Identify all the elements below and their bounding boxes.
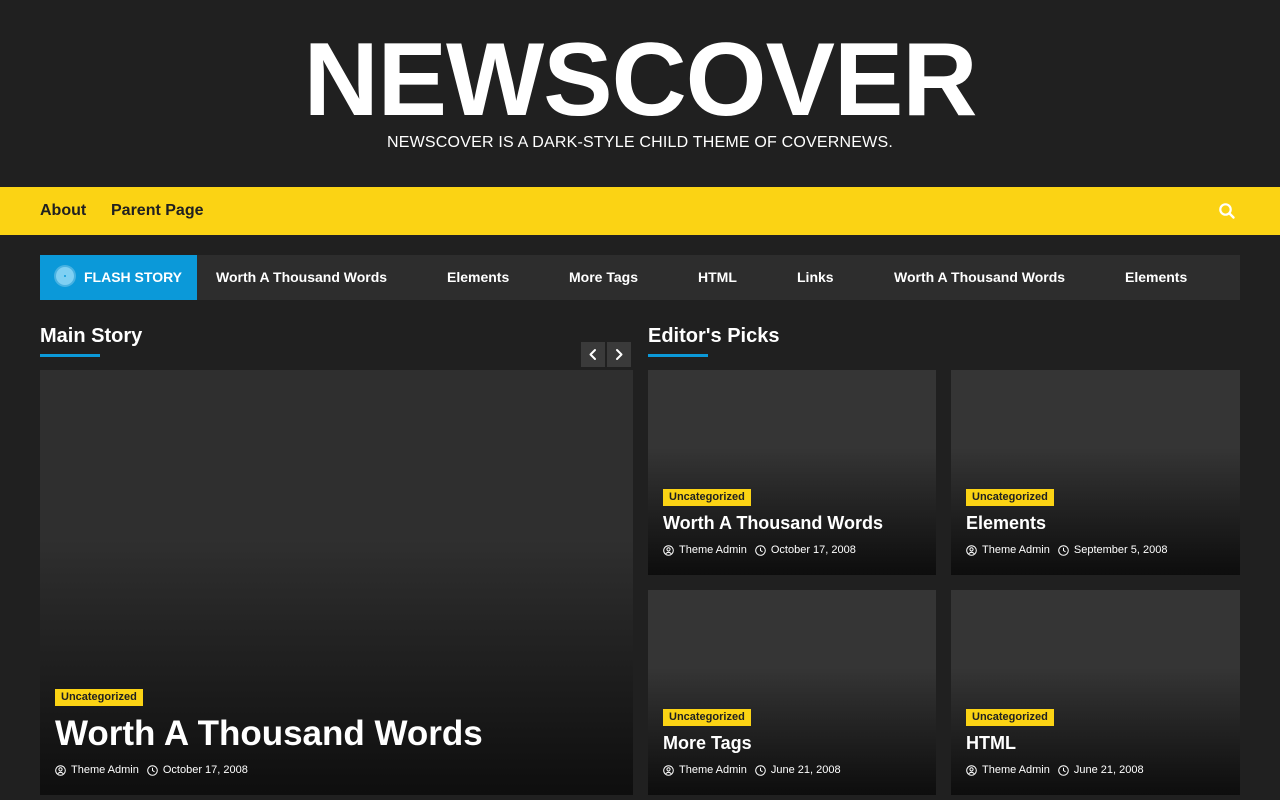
post-meta: Theme Admin June 21, 2008 [663,764,841,777]
main-story-heading: Main Story [40,325,143,347]
post-author[interactable]: Theme Admin [679,764,747,777]
category-badge[interactable]: Uncategorized [55,689,143,706]
category-badge[interactable]: Uncategorized [966,489,1054,506]
editors-picks-underline [648,354,708,357]
ticker-item[interactable]: Elements [1125,269,1187,285]
chevron-right-icon [616,349,623,360]
post-meta: Theme Admin October 17, 2008 [663,544,856,557]
post-date[interactable]: October 17, 2008 [771,544,856,557]
editors-pick-card[interactable]: Uncategorized HTML Theme Admin June 21, … [951,590,1240,795]
slider-next-button[interactable] [607,342,631,367]
user-icon [966,545,977,556]
main-story-title[interactable]: Worth A Thousand Words [55,714,483,754]
flash-story-label: FLASH STORY [40,255,197,300]
post-date[interactable]: June 21, 2008 [771,764,841,777]
slider-prev-button[interactable] [581,342,605,367]
editors-pick-card[interactable]: Uncategorized More Tags Theme Admin June… [648,590,936,795]
editors-pick-title[interactable]: HTML [966,733,1016,754]
ticker-item[interactable]: Worth A Thousand Words [216,269,387,285]
user-icon [966,765,977,776]
post-author[interactable]: Theme Admin [679,544,747,557]
ticker-item[interactable]: More Tags [569,269,638,285]
post-meta: Theme Admin October 17, 2008 [55,764,248,777]
editors-pick-card[interactable]: Uncategorized Worth A Thousand Words The… [648,370,936,575]
clock-icon [755,545,766,556]
nav-item-about[interactable]: About [40,202,86,220]
chevron-left-icon [589,349,596,360]
search-icon[interactable] [1218,202,1236,220]
post-date[interactable]: June 21, 2008 [1074,764,1144,777]
editors-pick-title[interactable]: Elements [966,513,1046,534]
ticker-item[interactable]: Links [797,269,834,285]
main-navigation: About Parent Page [0,187,1280,235]
user-icon [663,545,674,556]
clock-icon [1058,765,1069,776]
ticker-item[interactable]: Elements [447,269,509,285]
site-tagline: NEWSCOVER IS A DARK-STYLE CHILD THEME OF… [387,134,893,151]
post-meta: Theme Admin June 21, 2008 [966,764,1144,777]
main-story-card[interactable]: Uncategorized Worth A Thousand Words The… [40,370,633,795]
category-badge[interactable]: Uncategorized [663,709,751,726]
clock-icon [1058,545,1069,556]
post-author[interactable]: Theme Admin [982,544,1050,557]
site-header: NEWSCOVER NEWSCOVER IS A DARK-STYLE CHIL… [0,0,1280,187]
post-author[interactable]: Theme Admin [982,764,1050,777]
editors-pick-title[interactable]: More Tags [663,733,752,754]
editors-pick-title[interactable]: Worth A Thousand Words [663,513,883,534]
post-date[interactable]: September 5, 2008 [1074,544,1168,557]
user-icon [663,765,674,776]
site-title[interactable]: NEWSCOVER [0,28,1280,132]
nav-item-parent-page[interactable]: Parent Page [111,202,203,220]
main-story-underline [40,354,100,357]
editors-picks-heading: Editor's Picks [648,325,780,347]
flash-story-bar: FLASH STORY Worth A Thousand Words Eleme… [40,255,1240,300]
post-date[interactable]: October 17, 2008 [163,764,248,777]
pulse-dot-icon [56,267,74,285]
user-icon [55,765,66,776]
flash-story-text: FLASH STORY [84,269,183,285]
post-author[interactable]: Theme Admin [71,764,139,777]
ticker-item[interactable]: HTML [698,269,737,285]
ticker-item[interactable]: Worth A Thousand Words [894,269,1065,285]
clock-icon [147,765,158,776]
editors-pick-card[interactable]: Uncategorized Elements Theme Admin Septe… [951,370,1240,575]
category-badge[interactable]: Uncategorized [966,709,1054,726]
clock-icon [755,765,766,776]
post-meta: Theme Admin September 5, 2008 [966,544,1167,557]
category-badge[interactable]: Uncategorized [663,489,751,506]
